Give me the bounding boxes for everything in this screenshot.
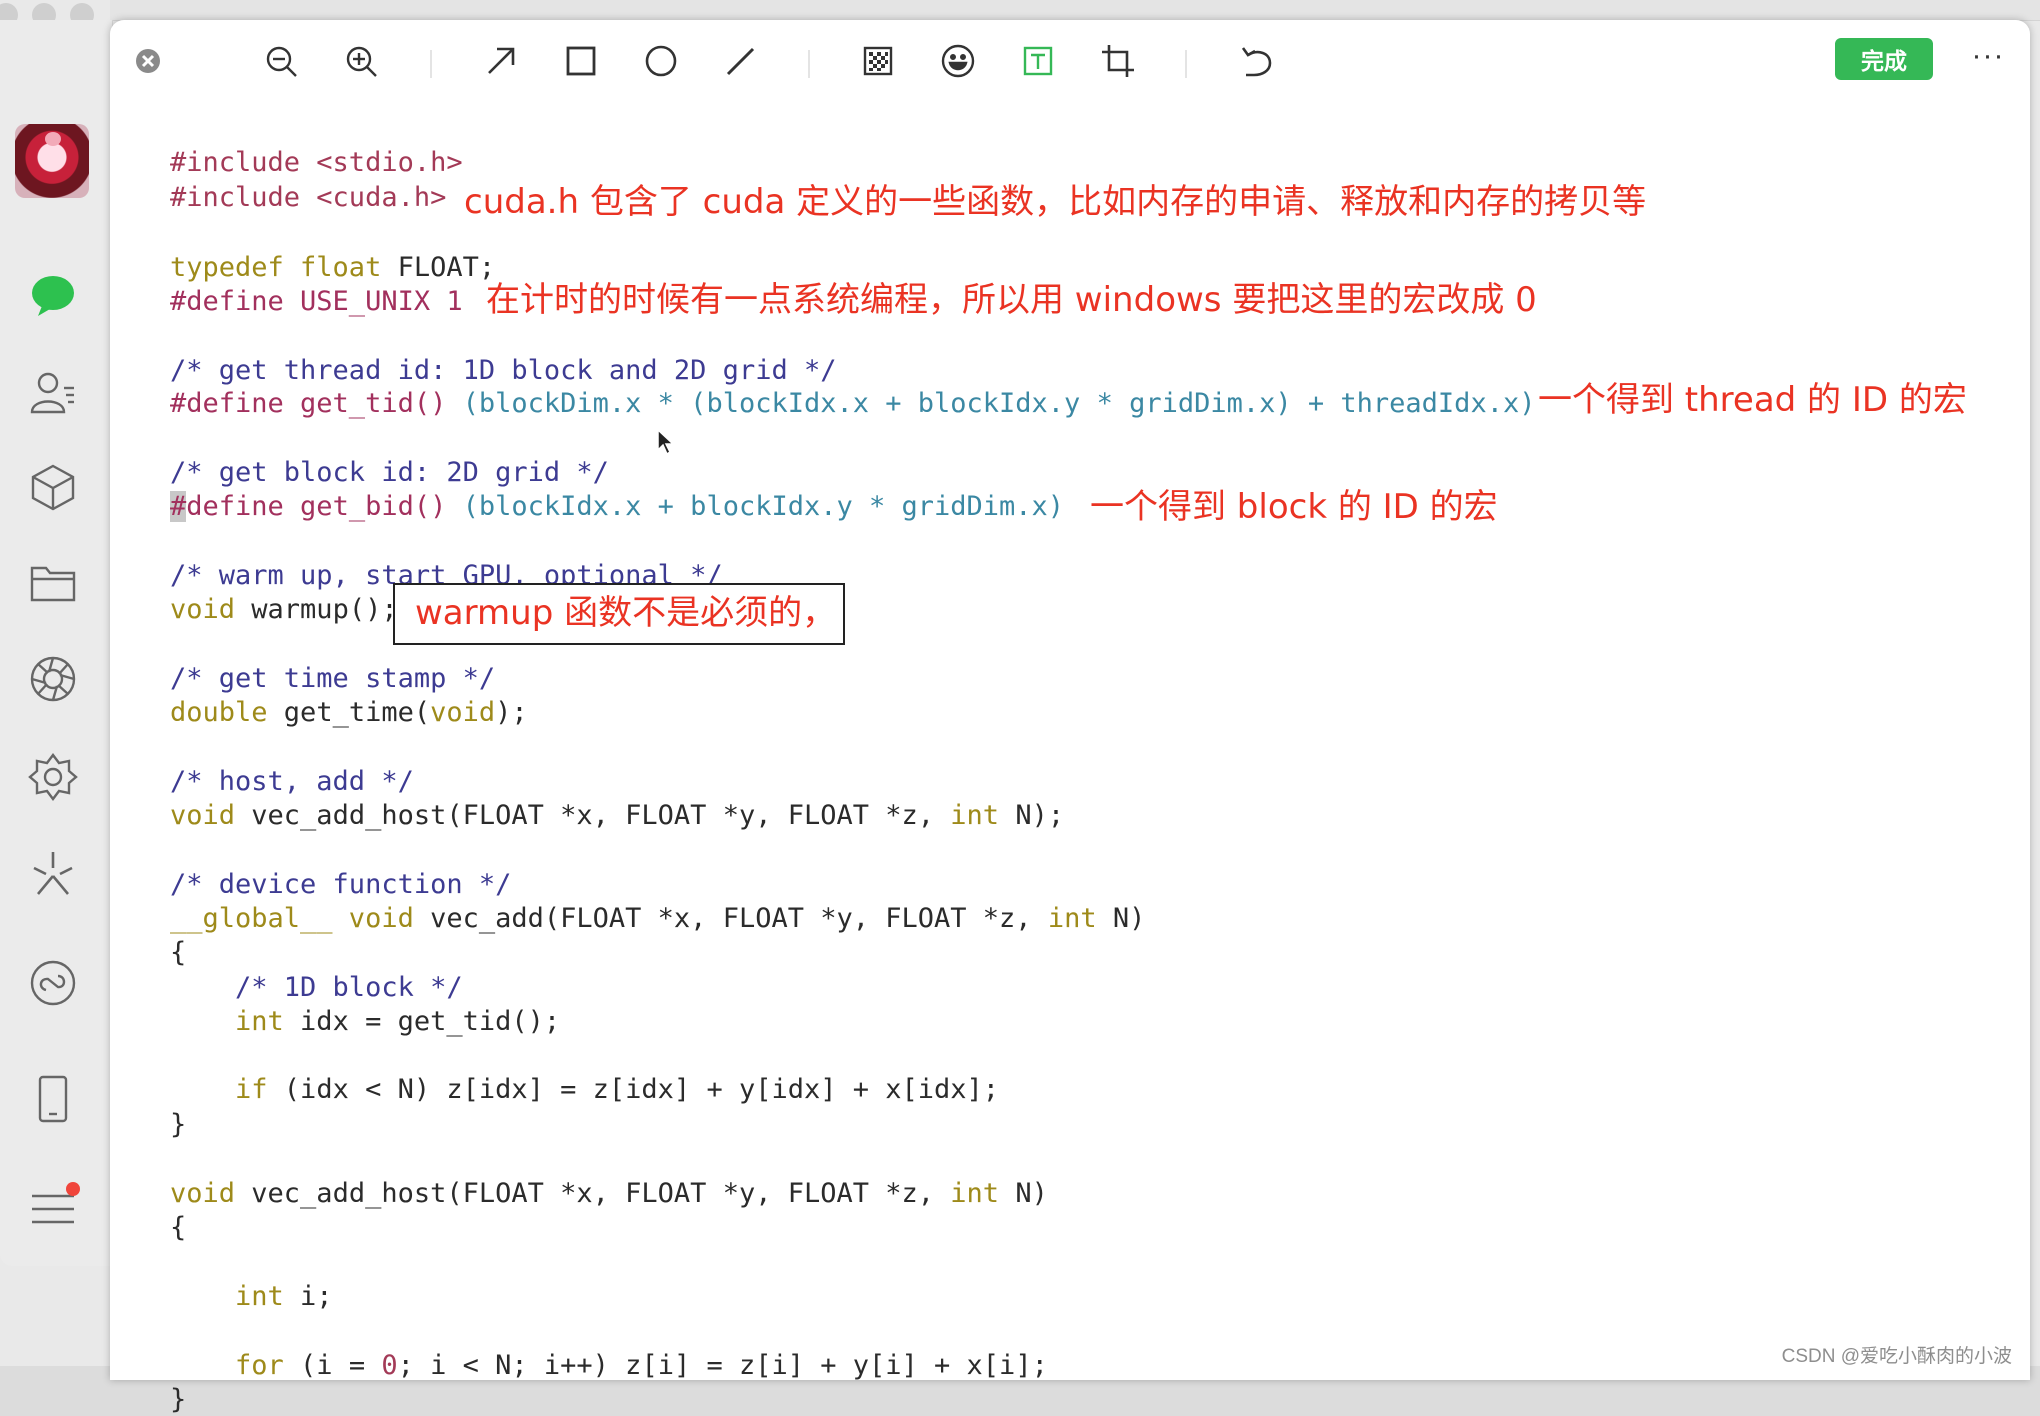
code-token: i; bbox=[283, 1281, 333, 1312]
code-token: (idx < N) z[idx] = z[idx] + y[idx] + x[i… bbox=[267, 1074, 1000, 1105]
annotation-cuda-h[interactable]: cuda.h 包含了 cuda 定义的一些函数，比如内存的申请、释放和内存的拷贝… bbox=[464, 182, 1646, 222]
ellipse-tool-icon[interactable] bbox=[638, 38, 684, 84]
code-token: #define get_tid() bbox=[170, 388, 463, 419]
code-line: void vec_add_host(FLOAT *x, FLOAT *y, FL… bbox=[170, 800, 1064, 832]
annotation-get-tid[interactable]: 一个得到 thread 的 ID 的宏 bbox=[1538, 380, 1967, 420]
code-line: #define USE_UNIX 1 bbox=[170, 286, 463, 317]
code-line: void warmup(); bbox=[170, 594, 398, 626]
text-tool-icon[interactable] bbox=[1015, 38, 1061, 84]
code-line: /* 1D block */ bbox=[170, 972, 463, 1003]
code-token: __global__ void bbox=[170, 903, 414, 934]
code-token: vec_add_host(FLOAT *x, FLOAT *y, FLOAT *… bbox=[235, 800, 951, 831]
code-token: vec_add_host(FLOAT *x, FLOAT *y, FLOAT *… bbox=[235, 1178, 951, 1209]
avatar[interactable] bbox=[15, 124, 89, 198]
toolbar-divider bbox=[808, 50, 810, 78]
notification-dot bbox=[66, 1182, 80, 1196]
annotation-warmup: warmup 函数不是必须的， bbox=[415, 593, 837, 633]
code-token: int bbox=[950, 1178, 1000, 1209]
code-line: /* get block id: 2D grid */ bbox=[170, 457, 609, 488]
phone-icon[interactable] bbox=[26, 1072, 80, 1126]
code-line: /* host, add */ bbox=[170, 766, 414, 797]
code-token: typedef float bbox=[170, 252, 382, 283]
contacts-icon[interactable] bbox=[26, 366, 80, 420]
undo-icon[interactable] bbox=[1233, 38, 1279, 84]
menu-icon[interactable] bbox=[26, 1182, 80, 1236]
mosaic-tool-icon[interactable] bbox=[855, 38, 901, 84]
code-token: void bbox=[170, 594, 236, 625]
toolbar-divider bbox=[1185, 50, 1187, 78]
code-line: #include <cuda.h> bbox=[170, 182, 447, 213]
code-token: N) bbox=[999, 1178, 1048, 1209]
code-line: __global__ void vec_add(FLOAT *x, FLOAT … bbox=[170, 903, 1145, 935]
done-button[interactable]: 完成 bbox=[1835, 38, 1933, 80]
code-line: { bbox=[170, 937, 187, 968]
code-line: #define get_bid() (blockIdx.x + blockIdx… bbox=[170, 491, 1064, 523]
toolbar-divider bbox=[430, 50, 432, 78]
cube-icon[interactable] bbox=[26, 460, 80, 514]
code-line: #include <stdio.h> bbox=[170, 147, 463, 178]
code-token: N) bbox=[1096, 903, 1146, 934]
arrow-tool-icon[interactable] bbox=[478, 38, 524, 84]
code-line: void vec_add_host(FLOAT *x, FLOAT *y, FL… bbox=[170, 1178, 1048, 1210]
code-token: N); bbox=[999, 800, 1065, 831]
code-token: FLOAT; bbox=[381, 252, 496, 283]
screenshot-editor-window: 完成 ··· #include <stdio.h> #include <cuda… bbox=[110, 20, 2030, 1415]
code-token: double bbox=[170, 697, 268, 728]
background-title-strip bbox=[110, 0, 2040, 21]
screenshot-canvas[interactable]: #include <stdio.h> #include <cuda.h> typ… bbox=[110, 98, 2030, 1415]
code-token: int bbox=[950, 800, 1000, 831]
pen-tool-icon[interactable] bbox=[718, 38, 764, 84]
close-icon[interactable] bbox=[125, 38, 171, 84]
more-options-button[interactable]: ··· bbox=[1966, 36, 2010, 80]
code-line: /* device function */ bbox=[170, 869, 512, 900]
miniapp-icon[interactable] bbox=[26, 956, 80, 1010]
code-token: void bbox=[170, 800, 236, 831]
code-line: #define get_tid() (blockDim.x * (blockId… bbox=[170, 388, 1535, 420]
chat-bubble-icon[interactable] bbox=[26, 268, 80, 322]
code-token: if bbox=[170, 1074, 268, 1105]
crop-tool-icon[interactable] bbox=[1095, 38, 1141, 84]
code-token: (blockDim.x * (blockIdx.x + blockIdx.y *… bbox=[462, 388, 1536, 419]
aperture-icon[interactable] bbox=[26, 652, 80, 706]
code-token: ); bbox=[495, 697, 528, 728]
code-token: int bbox=[170, 1281, 284, 1312]
code-line: double get_time(void); bbox=[170, 697, 528, 729]
code-line: int idx = get_tid(); bbox=[170, 1006, 560, 1038]
rectangle-tool-icon[interactable] bbox=[558, 38, 604, 84]
code-token: # bbox=[170, 491, 187, 522]
code-line: int i; bbox=[170, 1281, 333, 1313]
code-token: get_time( bbox=[267, 697, 431, 728]
code-token: warmup(); bbox=[235, 594, 398, 625]
emoji-tool-icon[interactable] bbox=[935, 38, 981, 84]
code-line: } bbox=[170, 1384, 187, 1415]
code-line: /* get thread id: 1D block and 2D grid *… bbox=[170, 355, 837, 386]
zoom-out-icon[interactable] bbox=[258, 38, 304, 84]
code-token: int bbox=[1047, 903, 1097, 934]
annotation-use-unix[interactable]: 在计时的时候有一点系统编程，所以用 windows 要把这里的宏改成 0 bbox=[486, 280, 1537, 320]
watermark: CSDN @爱吃小酥肉的小波 bbox=[1781, 1346, 2012, 1367]
code-line: typedef float FLOAT; bbox=[170, 252, 495, 284]
code-token: vec_add(FLOAT *x, FLOAT *y, FLOAT *z, bbox=[413, 903, 1048, 934]
code-token: void bbox=[430, 697, 496, 728]
app-sidebar bbox=[0, 20, 113, 1266]
code-token: (blockIdx.x + blockIdx.y * gridDim.x) bbox=[462, 491, 1065, 522]
code-token: int bbox=[170, 1006, 284, 1037]
code-token: define get_bid() bbox=[186, 491, 463, 522]
code-line: /* get time stamp */ bbox=[170, 663, 496, 694]
annotation-get-bid[interactable]: 一个得到 block 的 ID 的宏 bbox=[1090, 487, 1498, 527]
annotation-toolbar: 完成 ··· bbox=[110, 20, 2030, 98]
code-token: void bbox=[170, 1178, 236, 1209]
mouse-cursor-icon bbox=[656, 428, 676, 461]
code-line: if (idx < N) z[idx] = z[idx] + y[idx] + … bbox=[170, 1074, 999, 1106]
folder-icon[interactable] bbox=[26, 556, 80, 610]
code-line: for (i = 0; i < N; i++) z[i] = z[i] + y[… bbox=[170, 1350, 1048, 1382]
gear-flower-icon[interactable] bbox=[26, 750, 80, 804]
annotation-text-box[interactable]: warmup 函数不是必须的， bbox=[393, 583, 845, 645]
sparkle-icon[interactable] bbox=[26, 846, 80, 900]
code-line: { bbox=[170, 1212, 187, 1243]
zoom-in-icon[interactable] bbox=[338, 38, 384, 84]
code-token: idx = get_tid(); bbox=[283, 1006, 561, 1037]
code-line: } bbox=[170, 1109, 187, 1140]
